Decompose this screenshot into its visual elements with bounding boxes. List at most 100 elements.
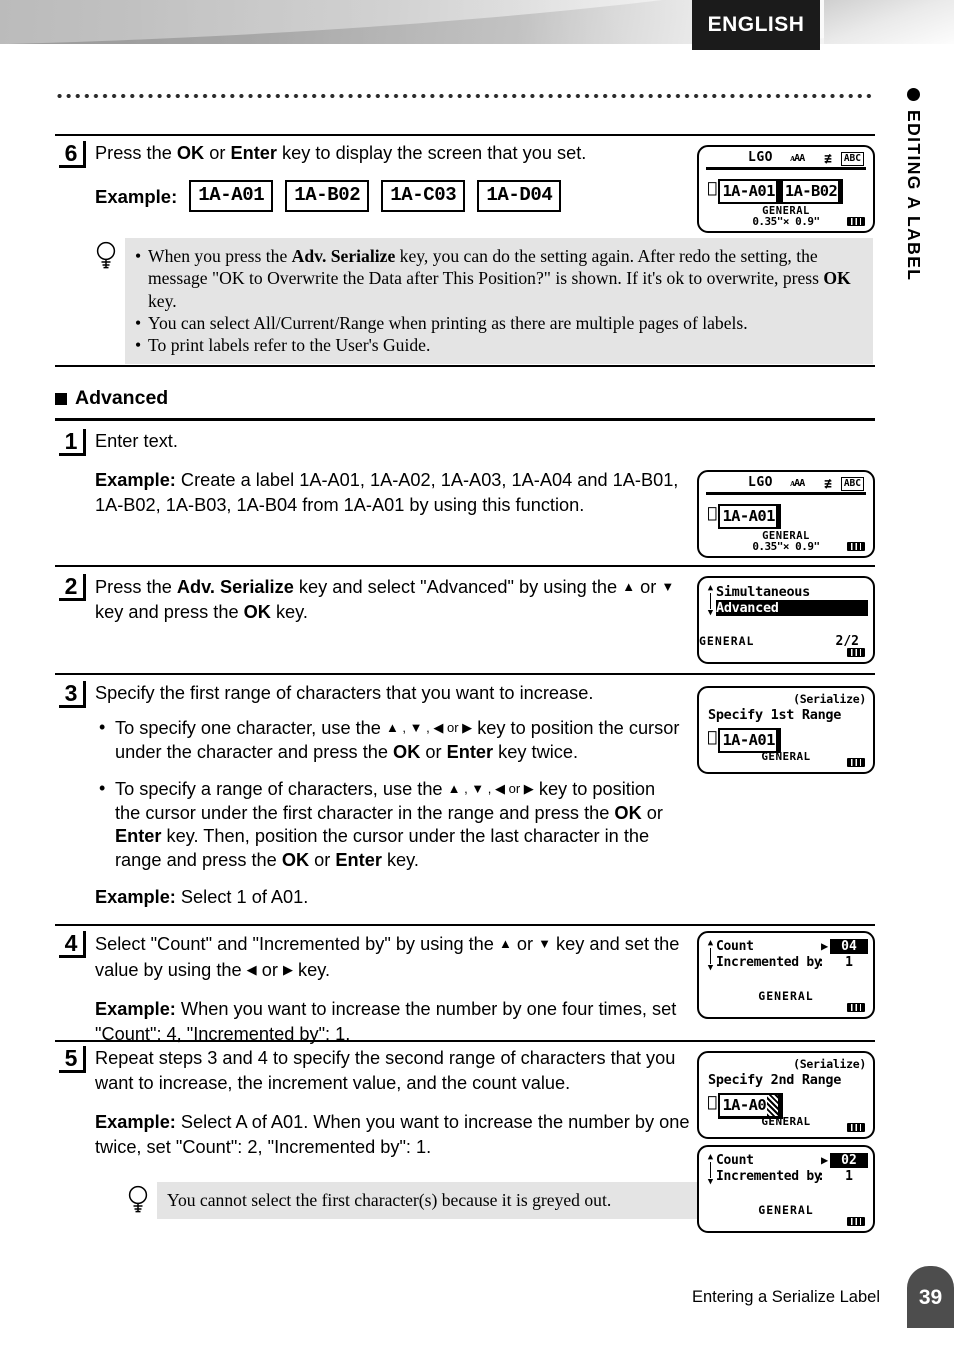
- down-arrow-icon: ▼: [661, 579, 675, 594]
- step-6-example-row: Example: 1A-A01 1A-B02 1A-C03 1A-D04: [95, 180, 695, 212]
- lcd-text-line: ⎕ 1A-A01: [708, 504, 781, 529]
- lcd-abc-icon: ABC: [840, 477, 864, 491]
- page-number: 39: [918, 1286, 943, 1309]
- scroll-up-icon: ▲: [707, 938, 714, 948]
- section-square-icon: [55, 392, 67, 405]
- step-6-instruction: Press the OK or Enter key to display the…: [95, 143, 587, 163]
- lcd-battery-icon: [847, 1003, 865, 1012]
- lcd-count-value[interactable]: 02: [830, 1153, 868, 1168]
- adv-serialize-key-label: Adv. Serialize: [176, 577, 294, 597]
- lcd-mode-title: (Serialize): [793, 1057, 866, 1071]
- divider-above-step6: [55, 134, 875, 136]
- lcd-font-size-icon: ᴀAA: [790, 478, 805, 489]
- step-1-example: Example: Create a label 1A-A01, 1A-A02, …: [95, 470, 679, 515]
- label-chip: 1A-C03: [381, 180, 466, 212]
- bullet-dot-icon: [906, 88, 920, 101]
- left-arrow-icon: ◀: [246, 962, 257, 977]
- lcd-mode-title: (Serialize): [793, 692, 866, 706]
- scroll-bar: [709, 948, 712, 964]
- step-2-instruction: Press the Adv. Serialize key and select …: [95, 577, 675, 622]
- step-1-instruction: Enter text.: [95, 431, 178, 451]
- note-item: When you press the Adv. Serialize key, y…: [135, 245, 861, 312]
- lcd-label-type: GENERAL: [758, 989, 814, 1003]
- lcd-battery-icon: [847, 758, 865, 767]
- step-5-note: You cannot select the first character(s)…: [127, 1182, 727, 1220]
- section-heading-advanced: Advanced: [55, 387, 168, 410]
- lcd-cursor: [838, 179, 844, 204]
- label-chip: 1A-D04: [477, 180, 562, 212]
- step-6-note-text: When you press the Adv. Serialize key, y…: [125, 238, 873, 365]
- step-3-bullet-1: To specify one character, use the ▲ , ▼ …: [95, 716, 683, 764]
- scroll-down-icon: ▼: [707, 963, 714, 973]
- lcd-logo-indicator: LGO: [748, 150, 773, 165]
- example-label: Example:: [95, 887, 176, 907]
- lcd-screen-step1: LGO ᴀAA ≢ ABC ⎕ 1A-A01 GENERAL 0.35"× 0.…: [697, 470, 875, 558]
- lcd-battery-icon: [847, 542, 865, 551]
- lcd-screen-step2-menu: ▲ ▼ Simultaneous Advanced GENERAL 2/2: [697, 576, 875, 664]
- lcd-increment-value[interactable]: 1: [830, 955, 868, 970]
- lcd-page-indicator: 2/2: [835, 634, 859, 649]
- lcd-scroll-indicator: ▲ ▼: [706, 939, 715, 973]
- lcd-return-mark-icon: ⎕: [708, 182, 717, 198]
- lcd-count-label: Count: [716, 1153, 754, 1168]
- lcd-menu-item-advanced[interactable]: Advanced: [716, 600, 868, 616]
- note-item: You can select All/Current/Range when pr…: [135, 312, 861, 335]
- lcd-menu-item-simultaneous[interactable]: Simultaneous: [716, 584, 810, 600]
- ok-key-label: OK: [281, 849, 310, 870]
- up-arrow-icon: ▲: [622, 579, 636, 594]
- lcd-status-bar: LGO ᴀAA ≢ ABC: [706, 150, 866, 170]
- scroll-bar: [709, 1162, 712, 1178]
- divider-below-step6: [55, 365, 875, 367]
- lcd-incremented-by-label: Incremented by: [716, 1169, 822, 1184]
- section-heading-label: Advanced: [75, 387, 169, 409]
- lcd-increment-value[interactable]: 1: [830, 1169, 868, 1184]
- lcd-cursor: [775, 504, 781, 529]
- scroll-up-icon: ▲: [707, 1152, 714, 1162]
- step-5-number: 5: [59, 1046, 86, 1073]
- scroll-bar: [709, 593, 712, 609]
- footer-caption: Entering a Serialize Label: [691, 1288, 880, 1306]
- lcd-screen-specify-2nd-range: (Serialize) Specify 2nd Range ⎕ 1A-A0 GE…: [697, 1051, 875, 1139]
- lcd-text-line: ⎕ 1A-A01 1A-B02: [708, 179, 844, 204]
- bulb-svg: [96, 241, 116, 269]
- step-5-note-text: You cannot select the first character(s)…: [157, 1182, 707, 1220]
- lcd-prompt: Specify 1st Range: [708, 707, 842, 723]
- lcd-colon: :: [817, 955, 825, 970]
- note-item: To print labels refer to the User's Guid…: [135, 334, 861, 357]
- lcd-prompt: Specify 2nd Range: [708, 1072, 842, 1088]
- lcd-status-bar: LGO ᴀAA ≢ ABC: [706, 475, 866, 495]
- divider-below-step4: [55, 1040, 875, 1042]
- down-arrow-icon: ▼: [538, 936, 551, 951]
- tip-bulb-icon: [127, 1182, 157, 1219]
- scroll-up-icon: ▲: [707, 583, 714, 593]
- step-5-instruction: Repeat steps 3 and 4 to specify the seco…: [95, 1048, 676, 1093]
- ok-key-label: OK: [176, 143, 205, 163]
- label-chip: 1A-A01: [189, 180, 274, 212]
- lcd-battery-icon: [847, 648, 865, 657]
- step-4-instruction: Select "Count" and "Incremented by" by u…: [95, 934, 680, 980]
- step-1-number: 1: [59, 429, 86, 456]
- step-3-instruction: Specify the first range of characters th…: [95, 683, 594, 703]
- step-3-number: 3: [59, 681, 86, 708]
- step-4-number: 4: [59, 931, 86, 958]
- lcd-field-1: 1A-A01: [718, 504, 776, 529]
- side-section-label: EDITING A LABEL: [903, 110, 924, 282]
- lcd-battery-icon: [847, 1217, 865, 1226]
- divider-below-step3: [55, 924, 875, 926]
- step-2-number: 2: [59, 574, 86, 601]
- step-3-example: Example: Select 1 of A01.: [95, 887, 309, 907]
- arrow-keys-icon: ▲ , ▼ , ◀ or ▶: [447, 781, 534, 796]
- lcd-count-value[interactable]: 04: [830, 939, 868, 954]
- example-label: Example:: [95, 470, 176, 490]
- lcd-incremented-by-label: Incremented by: [716, 955, 822, 970]
- step-5-example: Example: Select A of A01. When you want …: [95, 1112, 690, 1157]
- lcd-selection-arrow-icon: ▶: [821, 939, 829, 953]
- right-arrow-icon: ▶: [282, 962, 293, 977]
- tip-bulb-icon: [95, 238, 125, 275]
- lcd-count-label: Count: [716, 939, 754, 954]
- label-chip: 1A-B02: [285, 180, 370, 212]
- lcd-return-mark-icon: ⎕: [708, 507, 717, 523]
- arrow-keys-icon: ▲ , ▼ , ◀ or ▶: [385, 720, 473, 735]
- lcd-logo-indicator: LGO: [748, 475, 773, 490]
- enter-key-label: Enter: [230, 143, 277, 163]
